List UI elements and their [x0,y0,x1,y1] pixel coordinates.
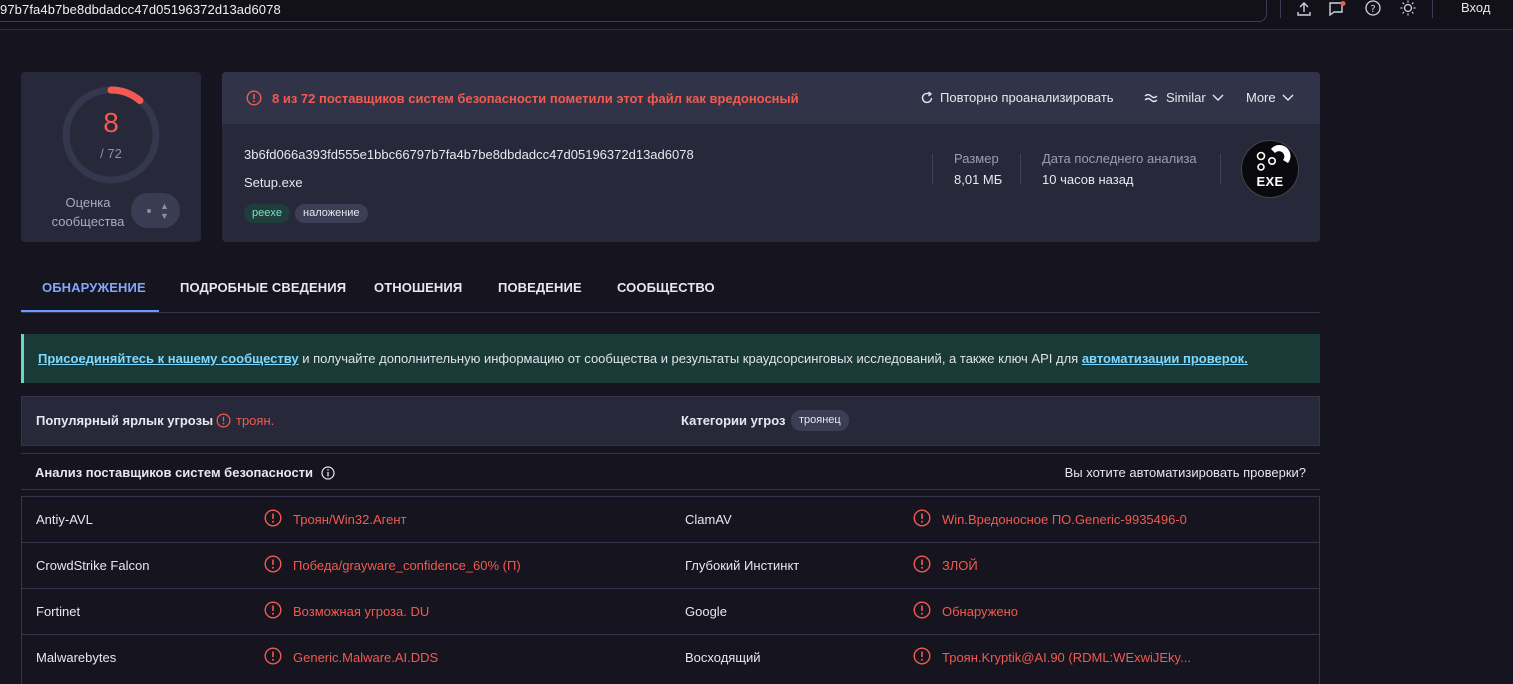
theme-icon[interactable] [1398,0,1418,18]
vendor-result: ЗЛОЙ [942,558,978,573]
threat-summary: Популярный ярлык угрозы троян. Категории… [21,396,1320,446]
detection-total: / 72 [100,146,122,161]
vendor-name: Восходящий [685,650,761,665]
vendor-name: Fortinet [36,604,81,619]
alert-icon [913,601,931,619]
vote-down-icon[interactable]: ▼ [160,212,169,221]
similar-label: Similar [1166,90,1206,105]
alert-header: 8 из 72 поставщиков систем безопасности … [222,72,1320,124]
file-type-label: EXE [1256,174,1284,189]
vendor-analysis-title: Анализ поставщиков систем безопасности [35,465,335,480]
help-icon[interactable]: ? [1363,0,1383,18]
chat-icon[interactable] [1327,0,1347,18]
last-analysis-value: 10 часов назад [1042,172,1134,187]
svg-text:?: ? [1370,4,1375,15]
alert-icon [264,647,282,665]
vendor-name: Глубокий Инстинкт [685,558,800,573]
vendor-result: Generic.Malware.AI.DDS [293,650,439,665]
file-type-badge: EXE [1241,140,1299,198]
alert-icon [216,413,231,428]
alert-icon [264,601,282,619]
upload-icon[interactable] [1294,0,1314,18]
vendor-analysis-title-text: Анализ поставщиков систем безопасности [35,465,314,480]
popular-threat-value[interactable]: троян. [236,413,274,428]
refresh-icon [921,90,933,103]
tab-detection[interactable]: ОБНАРУЖЕНИЕ [42,280,146,295]
login-button[interactable]: Вход [1461,0,1490,15]
alert-icon [264,509,282,527]
similar-button[interactable]: Similar [1144,90,1224,105]
vendor-name: Malwarebytes [36,650,117,665]
community-banner: Присоединяйтесь к нашему сообществу и по… [21,334,1320,383]
more-label: More [1246,90,1276,105]
meta-divider [1220,154,1221,184]
threat-category-pill[interactable]: троянец [791,410,849,431]
detection-count: 8 [103,107,119,138]
threat-categories-label: Категории угроз [681,413,786,428]
banner-text: Присоединяйтесь к нашему сообществу и по… [38,351,1248,366]
last-analysis-label: Дата последнего анализа [1042,151,1197,166]
vendor-result: Возможная угроза. DU [293,604,430,619]
automation-link[interactable]: автоматизации проверок. [1082,351,1248,366]
reanalyze-label: Повторно проанализировать [940,90,1114,105]
alert-icon [913,509,931,527]
vendor-analysis-header: Анализ поставщиков систем безопасности В… [21,453,1320,490]
join-community-link[interactable]: Присоединяйтесь к нашему сообществу [38,351,299,366]
alert-icon [913,555,931,573]
vendor-name: Google [685,604,727,619]
file-info-card: 8 из 72 поставщиков систем безопасности … [222,72,1320,242]
table-row: CrowdStrike Falcon Победа/grayware_confi… [22,542,1319,588]
automate-checks-link[interactable]: Вы хотите автоматизировать проверки? [1065,465,1306,480]
active-tab-indicator [21,310,159,312]
chevron-down-icon [1282,94,1294,101]
tab-relations[interactable]: ОТНОШЕНИЯ [374,280,462,295]
detection-alert-text: 8 из 72 поставщиков систем безопасности … [272,91,799,106]
banner-body: и получайте дополнительную информацию от… [298,351,1082,366]
popular-threat-label: Популярный ярлык угрозы [36,413,214,428]
size-label: Размер [954,151,999,166]
table-row: Antiy-AVL Троян/Win32.Агент ClamAV Win.В… [22,496,1319,542]
chevron-down-icon [1212,94,1224,101]
vendor-result: Троян.Kryptik@AI.90 (RDML:WExwiJEky... [942,650,1191,665]
tag-peexe[interactable]: peexe [244,204,290,223]
alert-icon [913,647,931,665]
info-icon[interactable] [321,465,335,480]
toolbar-divider [1280,0,1281,18]
tag-overlay[interactable]: наложение [295,204,368,223]
gears-icon [1256,144,1291,171]
vote-up-icon[interactable]: ▲ [160,202,169,211]
meta-divider [1020,154,1021,184]
community-vote-control[interactable]: ▲ ▼ [131,193,180,228]
vendor-result: Обнаружено [942,604,1019,619]
more-button[interactable]: More [1246,90,1294,105]
similar-icon [1144,93,1158,102]
search-input[interactable]: 97b7fa4b7be8dbdadcc47d05196372d13ad6078 [0,0,1267,22]
file-name: Setup.exe [244,175,303,190]
vendor-result: Троян/Win32.Агент [293,512,407,527]
toolbar-divider [1432,0,1433,18]
top-bar: 97b7fa4b7be8dbdadcc47d05196372d13ad6078 … [0,0,1513,30]
alert-icon [264,555,282,573]
vendor-results-table: Antiy-AVL Троян/Win32.Агент ClamAV Win.В… [21,496,1320,684]
detection-score-card: 8 / 72 Оценка сообщества ▲ ▼ [21,72,201,242]
vendor-name: ClamAV [685,512,732,527]
alert-icon [246,90,262,106]
reanalyze-button[interactable]: Повторно проанализировать [920,90,1114,105]
vendor-result: Победа/grayware_confidence_60% (П) [293,558,521,573]
tab-behavior[interactable]: ПОВЕДЕНИЕ [498,280,582,295]
community-score-dot [147,209,151,213]
size-value: 8,01 МБ [954,172,1003,187]
tab-community[interactable]: СООБЩЕСТВО [617,280,715,295]
vendor-name: Antiy-AVL [36,512,93,527]
file-hash[interactable]: 3b6fd066a393fd555e1bbc66797b7fa4b7be8dbd… [244,147,694,162]
search-value: 97b7fa4b7be8dbdadcc47d05196372d13ad6078 [0,2,281,17]
tab-details[interactable]: ПОДРОБНЫЕ СВЕДЕНИЯ [180,280,346,295]
vendor-name: CrowdStrike Falcon [36,558,150,573]
table-row: Fortinet Возможная угроза. DU Google Обн… [22,588,1319,634]
meta-divider [932,154,933,184]
table-row: Malwarebytes Generic.Malware.AI.DDS Восх… [22,634,1319,680]
vendor-result: Win.Вредоносное ПО.Generic-9935496-0 [942,512,1187,527]
report-tabs: ОБНАРУЖЕНИЕ ПОДРОБНЫЕ СВЕДЕНИЯ ОТНОШЕНИЯ… [21,270,1320,313]
community-score-label: Оценка сообщества [51,195,125,229]
